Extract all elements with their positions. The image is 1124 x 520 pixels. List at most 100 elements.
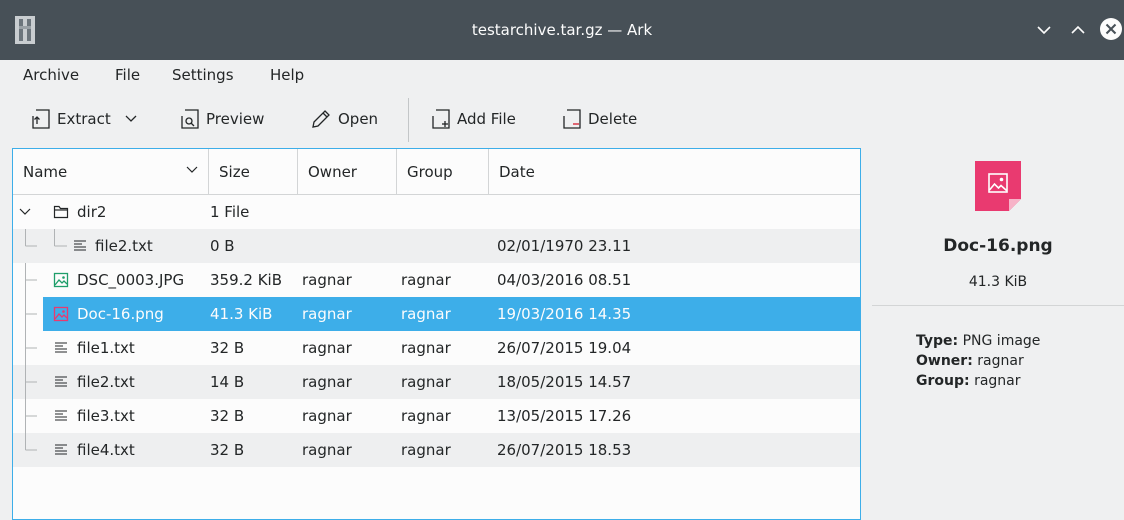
- row-owner: ragnar: [302, 305, 352, 323]
- tree-branch-lines: [25, 297, 37, 331]
- row-size: 359.2 KiB: [210, 271, 283, 289]
- info-owner-row: Owner: ragnar: [916, 353, 1024, 369]
- row-size: 1 File: [210, 203, 250, 221]
- folder-icon: [53, 205, 69, 219]
- text-file-icon: [55, 342, 67, 353]
- menu-bar: Archive File Settings Help: [0, 60, 1124, 90]
- text-file-icon: [74, 240, 86, 251]
- row-owner: ragnar: [302, 373, 352, 391]
- row-date: 19/03/2016 14.35: [497, 305, 632, 323]
- row-group: ragnar: [401, 339, 451, 357]
- row-group: ragnar: [401, 305, 451, 323]
- preview-label: Preview: [206, 110, 265, 128]
- info-properties: Type: PNG image Owner: ragnar Group: rag…: [916, 331, 1040, 391]
- text-file-icon: [55, 410, 67, 421]
- extract-label: Extract: [57, 110, 111, 128]
- text-file-icon: [55, 444, 67, 455]
- menu-settings[interactable]: Settings: [172, 64, 234, 86]
- info-panel: Doc-16.png 41.3 KiB Type: PNG image Owne…: [872, 148, 1124, 520]
- table-row[interactable]: dir2 1 File: [13, 195, 860, 229]
- table-row[interactable]: file4.txt 32 B ragnar ragnar 26/07/2015 …: [13, 433, 860, 467]
- table-row[interactable]: DSC_0003.JPG 359.2 KiB ragnar ragnar 04/…: [13, 263, 860, 297]
- image-icon: [53, 272, 69, 288]
- row-owner: ragnar: [302, 271, 352, 289]
- row-name: file2.txt: [77, 373, 135, 391]
- maximize-icon[interactable]: [1066, 18, 1090, 42]
- open-button[interactable]: Open: [310, 102, 378, 136]
- extract-icon: [32, 109, 50, 129]
- row-date: 02/01/1970 23.11: [497, 237, 632, 255]
- delete-label: Delete: [588, 110, 638, 128]
- row-owner: ragnar: [302, 407, 352, 425]
- row-name: dir2: [77, 203, 107, 221]
- add-file-label: Add File: [457, 110, 516, 128]
- row-name: file4.txt: [77, 441, 135, 459]
- table-row[interactable]: file2.txt 14 B ragnar ragnar 18/05/2015 …: [13, 365, 860, 399]
- row-group: ragnar: [401, 271, 451, 289]
- open-label: Open: [338, 110, 379, 128]
- sort-chevron-down-icon: [186, 166, 198, 173]
- tree-branch-lines: [25, 399, 37, 433]
- tree-branch-lines: [25, 365, 37, 399]
- delete-icon: [563, 109, 581, 129]
- menu-file[interactable]: File: [115, 64, 140, 86]
- row-name: file3.txt: [77, 407, 135, 425]
- row-date: 04/03/2016 08.51: [497, 271, 632, 289]
- column-date[interactable]: Date: [489, 149, 860, 195]
- preview-button[interactable]: Preview: [180, 102, 264, 136]
- row-owner: ragnar: [302, 339, 352, 357]
- add-file-button[interactable]: Add File: [431, 102, 516, 136]
- row-size: 32 B: [210, 441, 245, 459]
- tree-branch-lines: [25, 433, 37, 451]
- delete-button[interactable]: Delete: [562, 102, 637, 136]
- pen-icon: [312, 110, 330, 128]
- table-row[interactable]: file3.txt 32 B ragnar ragnar 13/05/2015 …: [13, 399, 860, 433]
- info-divider: [872, 305, 1124, 306]
- archive-file-list[interactable]: Name Size Owner Group Date dir2 1 File f…: [12, 148, 861, 520]
- add-file-icon: [432, 109, 450, 129]
- table-row[interactable]: file2.txt 0 B 02/01/1970 23.11: [13, 229, 860, 263]
- png-image-file-icon: [975, 161, 1021, 211]
- row-size: 41.3 KiB: [210, 305, 273, 323]
- row-group: ragnar: [401, 441, 451, 459]
- table-header: Name Size Owner Group Date: [13, 149, 860, 195]
- menu-help[interactable]: Help: [270, 64, 304, 86]
- row-group: ragnar: [401, 407, 451, 425]
- table-row[interactable]: file1.txt 32 B ragnar ragnar 26/07/2015 …: [13, 331, 860, 365]
- row-name: Doc-16.png: [77, 305, 164, 323]
- row-name: DSC_0003.JPG: [77, 271, 185, 289]
- window-title: testarchive.tar.gz — Ark: [471, 21, 653, 39]
- text-file-icon: [55, 376, 67, 387]
- row-group: ragnar: [401, 373, 451, 391]
- row-size: 14 B: [210, 373, 245, 391]
- row-date: 18/05/2015 14.57: [497, 373, 632, 391]
- expand-chevron-icon[interactable]: [19, 207, 31, 217]
- info-filesize: 41.3 KiB: [968, 274, 1028, 290]
- info-group-row: Group: ragnar: [916, 373, 1021, 389]
- tree-branch-lines: [25, 263, 37, 297]
- chevron-down-icon[interactable]: [125, 115, 137, 123]
- minimize-icon[interactable]: [1032, 18, 1056, 42]
- extract-button[interactable]: Extract: [31, 102, 137, 136]
- row-name: file2.txt: [95, 237, 153, 255]
- title-bar: testarchive.tar.gz — Ark: [0, 0, 1124, 60]
- column-name[interactable]: Name: [13, 149, 209, 195]
- menu-archive[interactable]: Archive: [23, 64, 79, 86]
- info-filename: Doc-16.png: [943, 236, 1053, 256]
- row-size: 32 B: [210, 339, 245, 357]
- row-owner: ragnar: [302, 441, 352, 459]
- row-date: 26/07/2015 18.53: [497, 441, 632, 459]
- column-owner[interactable]: Owner: [298, 149, 397, 195]
- tree-branch-lines: [25, 331, 37, 365]
- row-date: 26/07/2015 19.04: [497, 339, 632, 357]
- preview-icon: [181, 109, 199, 129]
- toolbar-separator: [408, 98, 409, 142]
- row-date: 13/05/2015 17.26: [497, 407, 632, 425]
- table-row-selected[interactable]: Doc-16.png 41.3 KiB ragnar ragnar 19/03/…: [13, 297, 860, 331]
- tree-branch-lines: [25, 229, 67, 247]
- toolbar: Extract Preview Open Add File Delete: [0, 90, 1124, 148]
- column-size[interactable]: Size: [209, 149, 298, 195]
- close-icon[interactable]: [1099, 17, 1123, 41]
- info-type-row: Type: PNG image: [916, 333, 1041, 349]
- column-group[interactable]: Group: [397, 149, 489, 195]
